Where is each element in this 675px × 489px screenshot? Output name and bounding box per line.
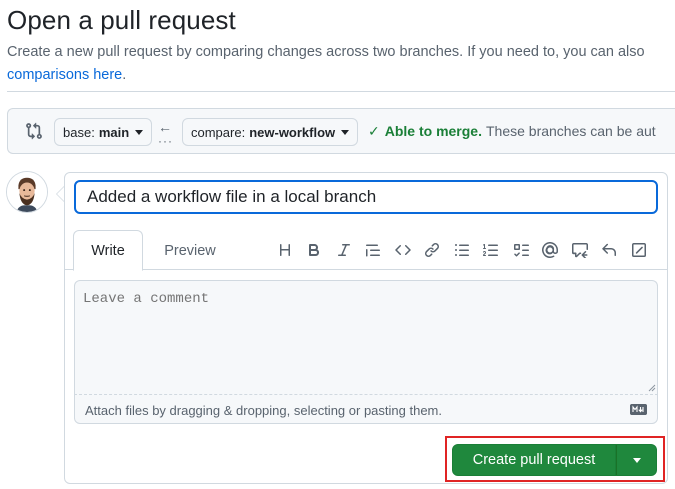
subtitle-text: Create a new pull request by comparing c… bbox=[7, 44, 645, 60]
avatar[interactable] bbox=[6, 171, 48, 213]
caret-down-icon bbox=[632, 457, 641, 463]
avatar-image bbox=[7, 172, 47, 212]
arrow-left-icon[interactable]: ← bbox=[158, 119, 172, 135]
markdown-toolbar bbox=[270, 240, 654, 260]
attach-files-bar[interactable]: Attach files by dragging & dropping, sel… bbox=[74, 394, 658, 424]
check-icon: ✓ bbox=[368, 123, 380, 139]
reference-icon[interactable] bbox=[565, 240, 595, 260]
create-options-dropdown[interactable] bbox=[616, 444, 657, 476]
base-label: base: bbox=[63, 124, 95, 140]
comment-textarea[interactable] bbox=[74, 280, 658, 394]
compare-branch-select[interactable]: compare: new-workflow bbox=[182, 118, 359, 146]
unordered-list-icon[interactable] bbox=[447, 240, 477, 260]
tab-write[interactable]: Write bbox=[73, 230, 143, 271]
merge-detail-text: These branches can be aut bbox=[485, 123, 656, 139]
ellipsis-icon: ··· bbox=[158, 134, 173, 148]
caret-down-icon bbox=[341, 129, 350, 135]
tab-preview[interactable]: Preview bbox=[155, 230, 225, 271]
code-icon[interactable] bbox=[388, 240, 418, 260]
bold-icon[interactable] bbox=[300, 240, 330, 260]
compare-bar: base: main ← ··· compare: new-workflow ✓… bbox=[7, 108, 675, 154]
divider bbox=[7, 91, 675, 92]
expand-icon[interactable] bbox=[624, 240, 654, 260]
undo-icon[interactable] bbox=[595, 240, 625, 260]
compare-value: new-workflow bbox=[249, 124, 336, 140]
form-pointer-inner bbox=[57, 187, 64, 201]
subtitle-period: . bbox=[122, 67, 127, 83]
quote-icon[interactable] bbox=[359, 240, 389, 260]
pr-title-input[interactable] bbox=[74, 180, 658, 214]
page-subtitle: Create a new pull request by comparing c… bbox=[7, 41, 675, 87]
markdown-icon[interactable] bbox=[630, 404, 647, 415]
create-pull-request-button[interactable]: Create pull request bbox=[452, 444, 616, 476]
page-title: Open a pull request bbox=[7, 5, 236, 35]
caret-down-icon bbox=[135, 129, 144, 135]
merge-status: ✓ Able to merge. These branches can be aut bbox=[368, 123, 656, 140]
heading-icon[interactable] bbox=[270, 240, 300, 260]
italic-icon[interactable] bbox=[329, 240, 359, 260]
attach-hint: Attach files by dragging & dropping, sel… bbox=[85, 403, 442, 418]
resize-grip-icon[interactable] bbox=[648, 384, 656, 392]
compare-label: compare: bbox=[191, 124, 246, 140]
comparisons-link[interactable]: comparisons here bbox=[7, 67, 122, 83]
git-compare-icon bbox=[26, 122, 42, 140]
task-list-icon[interactable] bbox=[506, 240, 536, 260]
base-value: main bbox=[98, 124, 130, 140]
merge-status-text: Able to merge. bbox=[384, 123, 482, 139]
link-icon[interactable] bbox=[418, 240, 448, 260]
ordered-list-icon[interactable] bbox=[477, 240, 507, 260]
base-branch-select[interactable]: base: main bbox=[54, 118, 153, 146]
mention-icon[interactable] bbox=[536, 240, 566, 260]
